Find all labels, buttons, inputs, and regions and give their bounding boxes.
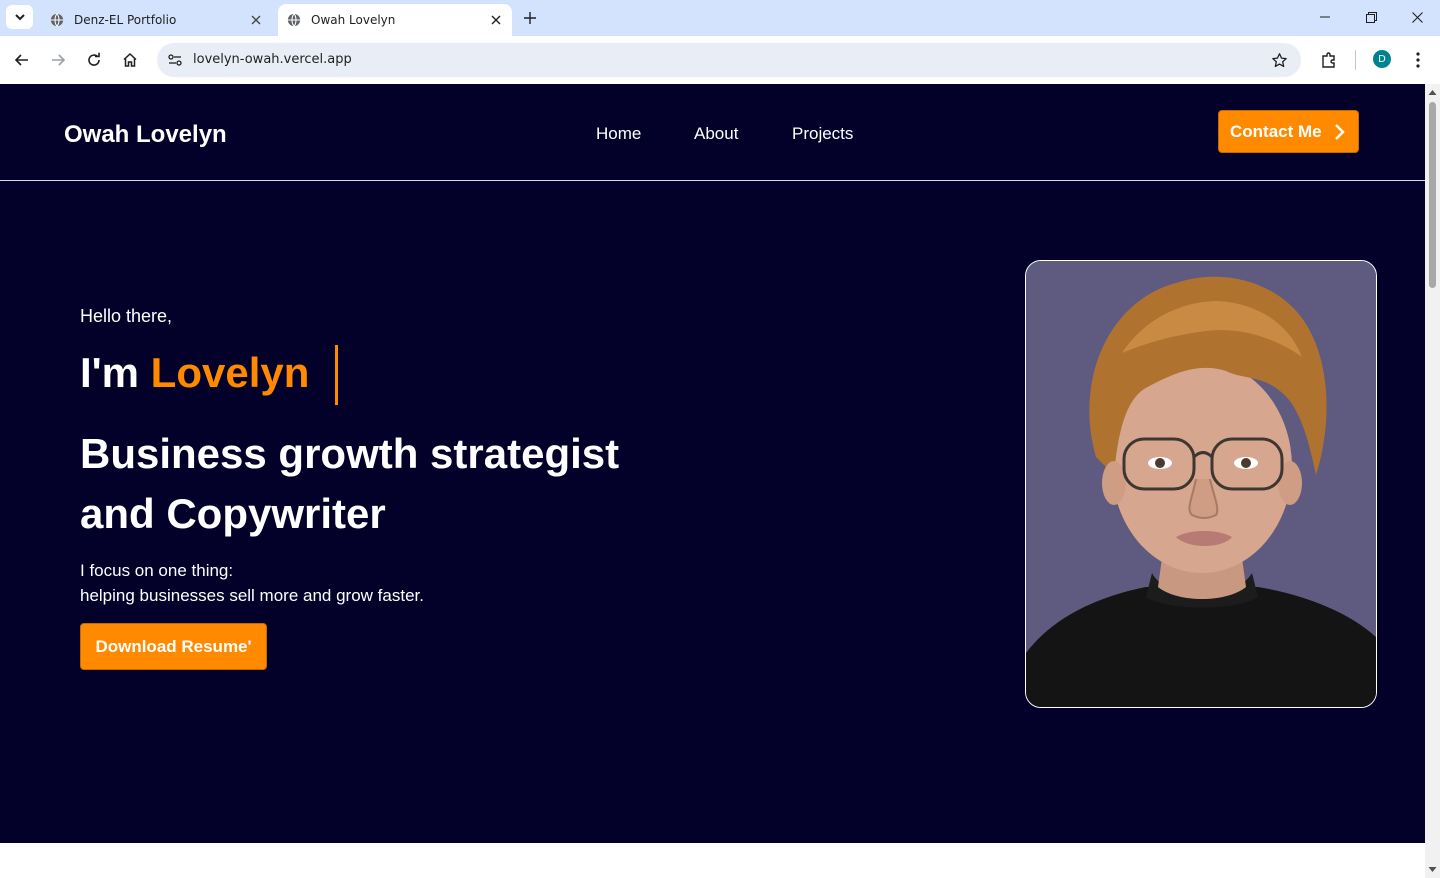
- home-button[interactable]: [116, 46, 144, 74]
- hero-section: Owah Lovelyn Home About Projects Contact…: [0, 84, 1425, 843]
- globe-icon: [50, 13, 64, 27]
- scroll-down-arrow-icon[interactable]: [1428, 865, 1437, 874]
- nav-home[interactable]: Home: [596, 124, 641, 144]
- back-button[interactable]: [8, 46, 36, 74]
- close-icon: [1411, 11, 1423, 23]
- restore-icon: [1365, 11, 1377, 23]
- tab-search-button[interactable]: [6, 5, 33, 29]
- hero-intro: I'm Lovelyn: [80, 349, 309, 397]
- hero-description: I focus on one thing: helping businesses…: [80, 558, 424, 608]
- profile-avatar[interactable]: D: [1373, 50, 1391, 68]
- nav-projects[interactable]: Projects: [792, 124, 853, 144]
- hero-name: Lovelyn: [150, 349, 310, 396]
- browser-menu-button[interactable]: [1404, 46, 1432, 74]
- more-vert-icon: [1416, 52, 1420, 68]
- download-resume-button[interactable]: Download Resume': [80, 623, 267, 670]
- close-tab-icon[interactable]: [486, 10, 506, 30]
- site-navbar: Owah Lovelyn Home About Projects Contact…: [0, 84, 1425, 181]
- description-line-1: I focus on one thing:: [80, 561, 234, 580]
- scroll-up-arrow-icon[interactable]: [1428, 88, 1437, 97]
- browser-toolbar: lovelyn-owah.vercel.app: [0, 36, 1440, 84]
- scrollbar-thumb[interactable]: [1429, 102, 1436, 288]
- contact-me-button[interactable]: Contact Me: [1218, 110, 1359, 153]
- portrait-illustration: [1026, 261, 1376, 707]
- hero-headline: Business growth strategist and Copywrite…: [80, 424, 619, 544]
- chevron-down-icon: [14, 13, 25, 20]
- hero-greeting: Hello there,: [80, 306, 173, 326]
- plus-icon: [524, 12, 536, 24]
- arrow-left-icon: [14, 54, 28, 66]
- contact-me-label: Contact Me: [1230, 121, 1322, 141]
- puzzle-icon: [1322, 52, 1335, 68]
- home-icon: [123, 52, 137, 67]
- new-tab-button[interactable]: [518, 7, 542, 29]
- reload-button[interactable]: [80, 46, 108, 74]
- tab-title: Owah Lovelyn: [311, 13, 396, 27]
- close-window-button[interactable]: [1394, 0, 1440, 34]
- page-viewport: Owah Lovelyn Home About Projects Contact…: [0, 84, 1425, 878]
- browser-tab-strip: Denz-EL Portfolio Owah Lovelyn: [0, 0, 1440, 36]
- site-logo[interactable]: Owah Lovelyn: [64, 121, 227, 149]
- description-line-2: helping businesses sell more and grow fa…: [80, 586, 424, 605]
- tab-owah-lovelyn[interactable]: Owah Lovelyn: [278, 4, 512, 36]
- toolbar-divider: [1355, 50, 1356, 70]
- tab-denz-el-portfolio[interactable]: Denz-EL Portfolio: [40, 4, 272, 36]
- url-text: lovelyn-owah.vercel.app: [193, 52, 352, 67]
- page-scrollbar[interactable]: [1425, 84, 1440, 878]
- minimize-button[interactable]: [1302, 0, 1348, 34]
- arrow-right-icon: [52, 54, 66, 66]
- site-info-icon[interactable]: [164, 49, 186, 71]
- address-bar[interactable]: lovelyn-owah.vercel.app: [157, 43, 1301, 77]
- profile-photo: [1025, 260, 1377, 708]
- close-tab-icon[interactable]: [246, 10, 266, 30]
- forward-button[interactable]: [44, 46, 72, 74]
- chevron-right-icon: [1335, 124, 1345, 140]
- headline-line-2: and Copywriter: [80, 490, 386, 537]
- minimize-icon: [1320, 16, 1330, 18]
- headline-line-1: Business growth strategist: [80, 430, 620, 477]
- tab-title: Denz-EL Portfolio: [74, 13, 177, 27]
- globe-icon: [287, 13, 301, 27]
- restore-button[interactable]: [1348, 0, 1394, 34]
- reload-icon: [88, 52, 100, 66]
- extensions-button[interactable]: [1315, 46, 1343, 74]
- bookmark-star-icon[interactable]: [1269, 50, 1289, 70]
- nav-about[interactable]: About: [694, 124, 738, 144]
- typing-cursor: [335, 345, 338, 405]
- hero-im: I'm: [80, 349, 151, 396]
